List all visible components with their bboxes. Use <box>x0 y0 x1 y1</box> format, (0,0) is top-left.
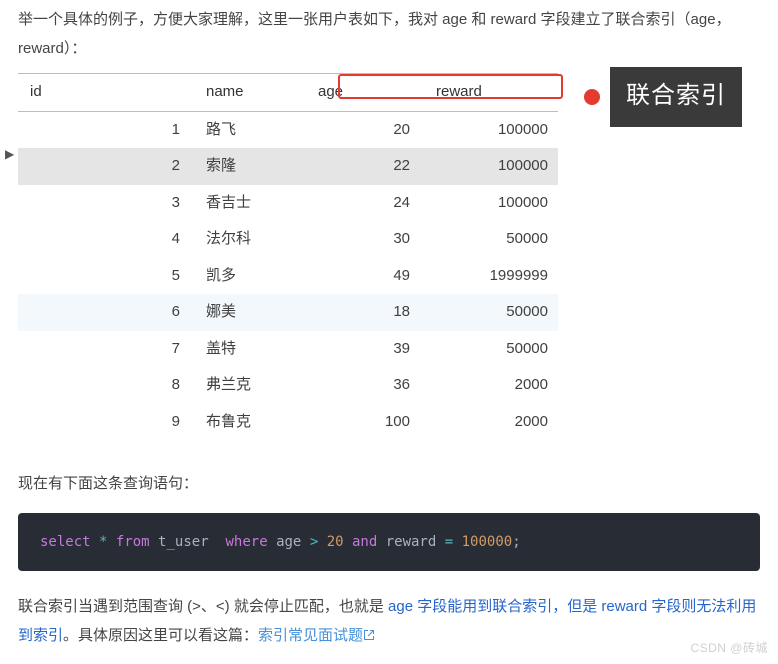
callout-dot-icon <box>584 89 600 105</box>
faq-link-label: 索引常见面试题 <box>258 627 363 644</box>
cell-reward: 2000 <box>428 367 558 404</box>
table-row: 9 布鲁克 100 2000 <box>18 404 558 441</box>
th-id: id <box>18 74 198 112</box>
cell-id: 9 <box>18 404 198 441</box>
tail-text-a: 联合索引当遇到范围查询 (>、<) 就会停止匹配，也就是 <box>18 598 388 615</box>
cell-id: 8 <box>18 367 198 404</box>
cell-age: 36 <box>318 367 428 404</box>
th-name: name <box>198 74 318 112</box>
op-star: * <box>99 534 107 550</box>
cell-id: 6 <box>18 294 198 331</box>
cell-name: 布鲁克 <box>198 404 318 441</box>
table-row: 5 凯多 49 1999999 <box>18 258 558 295</box>
cell-age: 49 <box>318 258 428 295</box>
kw-select: select <box>40 534 91 550</box>
op-eq: = <box>445 534 453 550</box>
cell-age: 20 <box>318 111 428 148</box>
tok-c1: age <box>276 534 301 550</box>
cell-name: 凯多 <box>198 258 318 295</box>
faq-link[interactable]: 索引常见面试题 <box>258 627 375 644</box>
kw-from: from <box>116 534 150 550</box>
tok-semi: ; <box>512 534 520 550</box>
intro-paragraph: 举一个具体的例子，方便大家理解，这里一张用户表如下，我对 age 和 rewar… <box>18 6 760 63</box>
tail-text-c: 。具体原因这里可以看这篇： <box>63 627 258 644</box>
cell-age: 22 <box>318 148 428 185</box>
num-v2: 100000 <box>462 534 513 550</box>
cell-name: 弗兰克 <box>198 367 318 404</box>
cell-name: 路飞 <box>198 111 318 148</box>
cell-id: 4 <box>18 221 198 258</box>
user-table: id name age reward 1 路飞 20 100000 2 索隆 2… <box>18 73 558 440</box>
tail-paragraph: 联合索引当遇到范围查询 (>、<) 就会停止匹配，也就是 age 字段能用到联合… <box>18 593 760 650</box>
cell-name: 法尔科 <box>198 221 318 258</box>
user-table-wrap: ▶ 联合索引 id name age reward 1 路飞 20 100000… <box>18 73 760 440</box>
cell-reward: 100000 <box>428 148 558 185</box>
op-gt: > <box>310 534 318 550</box>
table-row: 3 香吉士 24 100000 <box>18 185 558 222</box>
tok-c2: reward <box>386 534 437 550</box>
table-row: 1 路飞 20 100000 <box>18 111 558 148</box>
row-pointer-icon: ▶ <box>5 143 14 166</box>
sql-codeblock: select * from t_user where age > 20 and … <box>18 513 760 572</box>
cell-name: 盖特 <box>198 331 318 368</box>
cell-age: 100 <box>318 404 428 441</box>
external-link-icon <box>363 629 375 641</box>
table-row: 6 娜美 18 50000 <box>18 294 558 331</box>
cell-reward: 100000 <box>428 185 558 222</box>
composite-index-highlight <box>338 74 563 99</box>
num-v1: 20 <box>327 534 344 550</box>
cell-name: 香吉士 <box>198 185 318 222</box>
cell-id: 3 <box>18 185 198 222</box>
cell-age: 18 <box>318 294 428 331</box>
cell-reward: 50000 <box>428 294 558 331</box>
table-row: 7 盖特 39 50000 <box>18 331 558 368</box>
cell-name: 娜美 <box>198 294 318 331</box>
cell-age: 24 <box>318 185 428 222</box>
cell-age: 30 <box>318 221 428 258</box>
cell-id: 7 <box>18 331 198 368</box>
cell-reward: 50000 <box>428 221 558 258</box>
cell-reward: 1999999 <box>428 258 558 295</box>
callout-label: 联合索引 <box>610 67 742 127</box>
mid-paragraph: 现在有下面这条查询语句： <box>18 470 760 499</box>
table-row: 8 弗兰克 36 2000 <box>18 367 558 404</box>
table-row: 2 索隆 22 100000 <box>18 148 558 185</box>
cell-reward: 2000 <box>428 404 558 441</box>
cell-reward: 100000 <box>428 111 558 148</box>
cell-id: 2 <box>18 148 198 185</box>
cell-id: 5 <box>18 258 198 295</box>
watermark: CSDN @砖城 <box>690 637 768 660</box>
cell-age: 39 <box>318 331 428 368</box>
kw-where: where <box>225 534 267 550</box>
composite-index-callout: 联合索引 <box>584 67 742 127</box>
table-row: 4 法尔科 30 50000 <box>18 221 558 258</box>
cell-reward: 50000 <box>428 331 558 368</box>
kw-and: and <box>352 534 377 550</box>
tok-table: t_user <box>158 534 209 550</box>
cell-name: 索隆 <box>198 148 318 185</box>
cell-id: 1 <box>18 111 198 148</box>
